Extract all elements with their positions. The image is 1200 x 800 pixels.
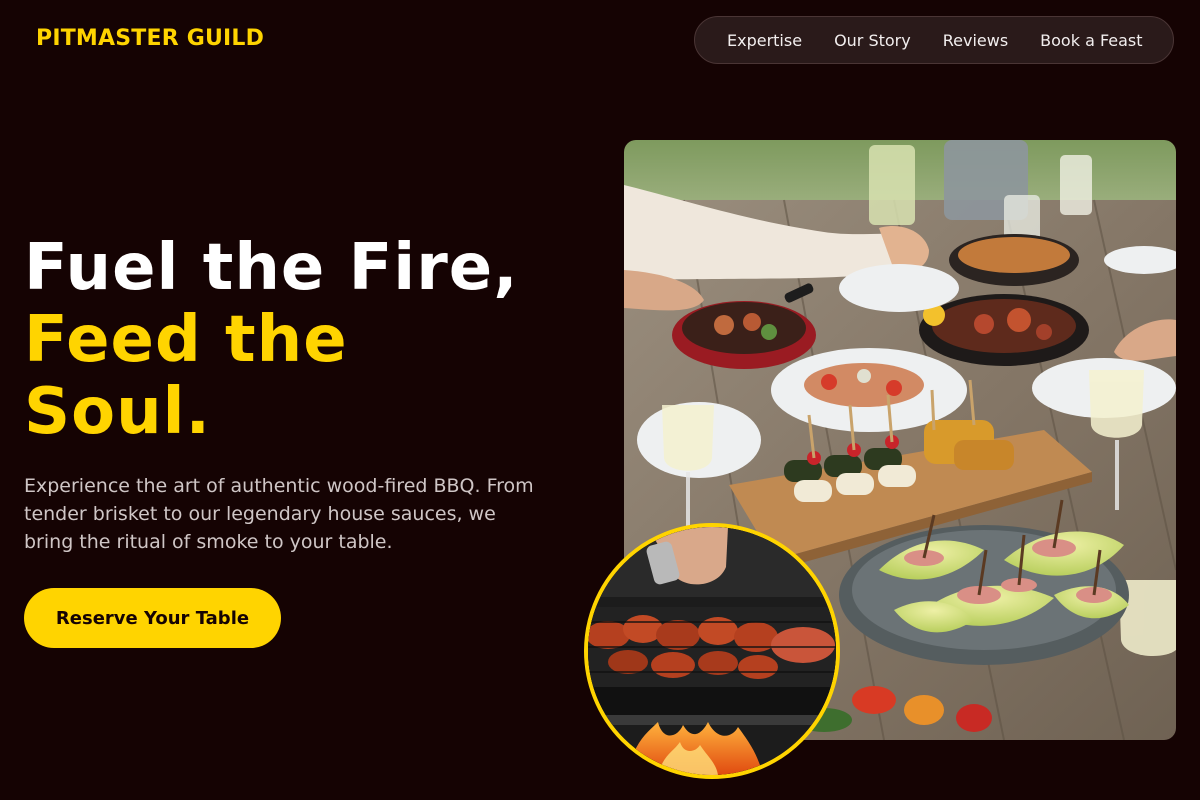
brand-logo[interactable]: PITMASTER GUILD xyxy=(36,26,264,51)
nav-link-reviews[interactable]: Reviews xyxy=(943,31,1008,50)
grilling-skewers-photo xyxy=(584,523,840,779)
hero-headline-line1: Fuel the Fire, xyxy=(24,231,519,305)
nav-link-book-a-feast[interactable]: Book a Feast xyxy=(1040,31,1142,50)
main-nav: Expertise Our Story Reviews Book a Feast xyxy=(694,16,1174,64)
nav-link-our-story[interactable]: Our Story xyxy=(834,31,911,50)
hero-description: Experience the art of authentic wood-fir… xyxy=(24,475,534,553)
hero-headline: Fuel the Fire, Feed the Soul. xyxy=(24,232,604,448)
reserve-table-button[interactable]: Reserve Your Table xyxy=(24,588,281,648)
nav-link-expertise[interactable]: Expertise xyxy=(727,31,802,50)
hero-headline-line2: Feed the Soul. xyxy=(24,303,348,449)
